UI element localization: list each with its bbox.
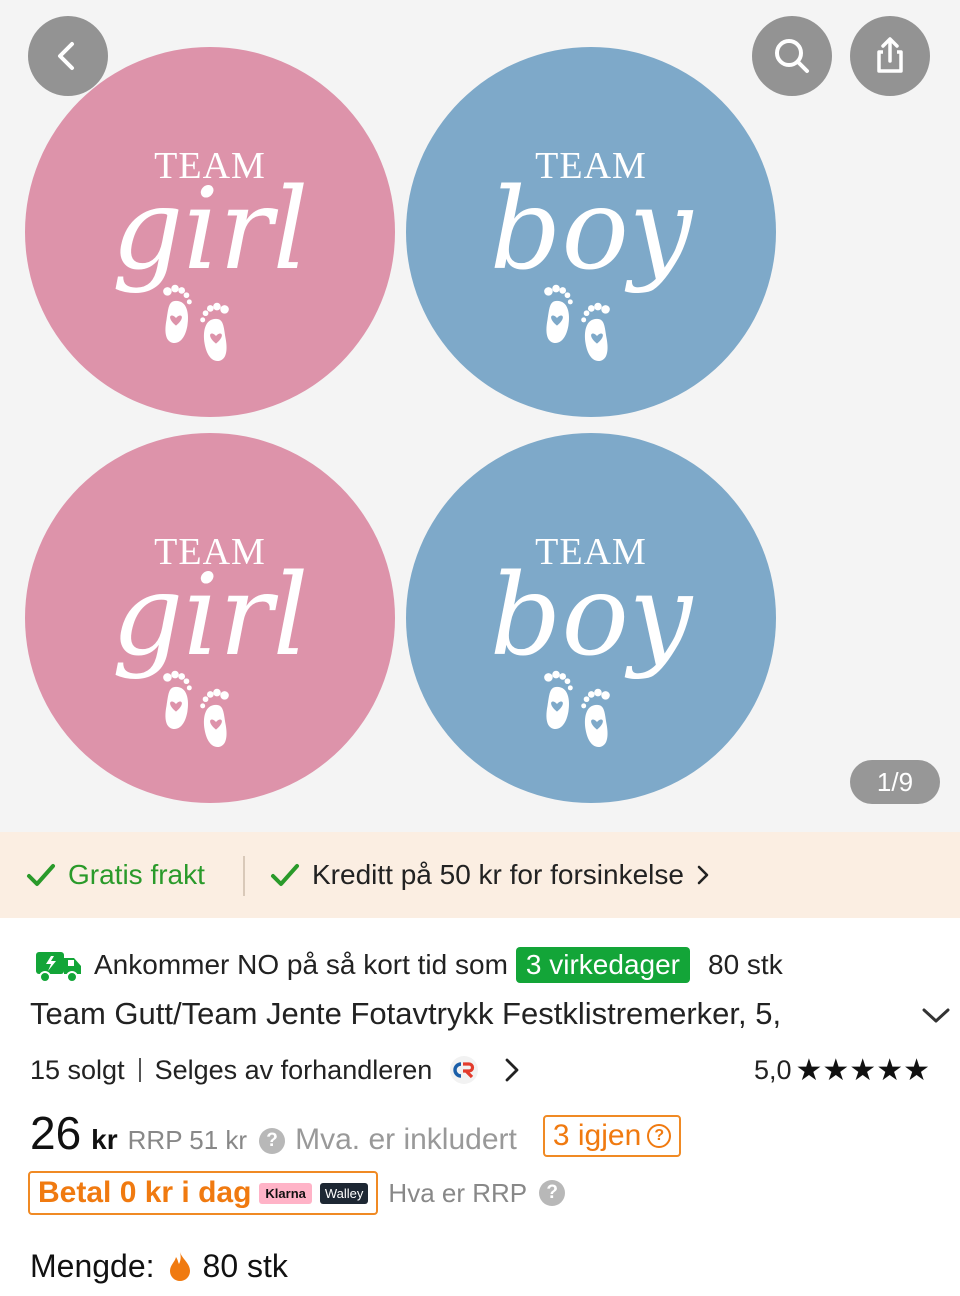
klarna-logo: Klarna xyxy=(259,1182,312,1204)
product-title: Team Gutt/Team Jente Fotavtrykk Festklis… xyxy=(30,996,782,1031)
question-icon: ? xyxy=(539,1180,566,1206)
sticker: TEAMgirl xyxy=(25,47,395,417)
product-image-gallery[interactable]: TEAM girl TEAM boy TEAM girl TEAM boy 1/9 xyxy=(0,0,960,832)
stock-left-badge[interactable]: 3 igjen ? xyxy=(542,1115,682,1157)
pay-later-banner[interactable]: Betal 0 kr i dag Klarna Walley xyxy=(28,1171,379,1215)
title-fade xyxy=(830,992,890,1036)
delay-credit-benefit[interactable]: Kreditt på 50 kr for forsinkelse xyxy=(270,859,714,891)
delivery-truck-icon xyxy=(36,952,81,983)
rating-value: 5,0 xyxy=(753,1054,792,1085)
rating[interactable]: 5,0 ★★★★★ xyxy=(754,1050,930,1090)
check-icon xyxy=(27,864,55,886)
arrival-text: Ankommer NO på så kort tid som xyxy=(94,949,508,980)
price-row: 26 kr RRP 51 kr ? Mva. er inkludert 3 ig… xyxy=(30,1106,940,1166)
chevron-right-icon[interactable] xyxy=(500,1056,524,1084)
share-icon xyxy=(877,37,903,73)
vat-note: Mva. er inkludert xyxy=(295,1123,517,1156)
search-button[interactable] xyxy=(752,16,832,96)
chevron-right-icon xyxy=(697,865,709,885)
pack-quantity: 80 stk xyxy=(708,949,783,980)
free-shipping-label: Gratis frakt xyxy=(68,859,205,890)
rrp-help-icon[interactable]: ? xyxy=(259,1128,286,1154)
product-title-row[interactable]: Team Gutt/Team Jente Fotavtrykk Festklis… xyxy=(30,992,950,1036)
arrival-info: Ankommer NO på så kort tid som 3 virkeda… xyxy=(34,942,783,988)
seller-link[interactable]: Selges av forhandleren xyxy=(155,1055,433,1086)
sticker: TEAMboy xyxy=(406,433,776,803)
chevron-left-icon xyxy=(58,42,74,70)
pay-today-label: Betal 0 kr i dag xyxy=(38,1176,252,1209)
sticker-word-label: boy xyxy=(490,551,694,681)
share-button[interactable] xyxy=(850,16,930,96)
rrp-question-label: Hva er RRP xyxy=(388,1177,528,1208)
quantity-value: 80 stk xyxy=(202,1247,288,1284)
sold-count: 15 solgt xyxy=(30,1054,125,1085)
sticker-word-label: girl xyxy=(112,165,309,295)
search-icon xyxy=(775,39,809,73)
delay-credit-label: Kreditt på 50 kr for forsinkelse xyxy=(312,859,684,890)
seller-logo-icon[interactable] xyxy=(446,1055,482,1085)
sticker: TEAMboy xyxy=(406,47,776,417)
quantity-label: Mengde: xyxy=(30,1247,155,1284)
delivery-days-badge: 3 virkedager xyxy=(515,947,690,983)
price-amount: 26 xyxy=(30,1107,82,1159)
sticker-word-label: girl xyxy=(112,551,309,681)
rrp-question-link[interactable]: Hva er RRP ? xyxy=(388,1177,566,1209)
product-image: TEAMgirl TEAMboyTEAMgirl TEAMboy xyxy=(25,47,776,803)
free-shipping-benefit: Gratis frakt xyxy=(26,859,205,891)
price-currency: kr xyxy=(91,1124,118,1155)
benefits-divider xyxy=(243,856,245,896)
sticker: TEAMgirl xyxy=(25,433,395,803)
question-icon: ? xyxy=(647,1124,672,1148)
image-counter: 1/9 xyxy=(850,760,940,804)
flame-icon xyxy=(169,1252,190,1281)
star-icon: ★★★★★ xyxy=(795,1053,930,1087)
check-icon xyxy=(271,864,299,886)
rrp-price: RRP 51 kr xyxy=(127,1125,248,1155)
payment-row: Betal 0 kr i dag Klarna Walley Hva er RR… xyxy=(28,1170,566,1216)
back-button[interactable] xyxy=(28,16,108,96)
chevron-down-icon[interactable] xyxy=(916,1000,956,1030)
walley-logo: Walley xyxy=(319,1182,369,1204)
quantity-row[interactable]: Mengde: 80 stk xyxy=(30,1244,288,1288)
stock-left-label: 3 igjen xyxy=(552,1119,642,1152)
product-meta-row: 15 solgt Selges av forhandleren 5,0 ★★★★… xyxy=(30,1050,940,1090)
meta-divider xyxy=(138,1058,141,1082)
sticker-word-label: boy xyxy=(490,165,694,295)
benefits-strip[interactable]: Gratis frakt Kreditt på 50 kr for forsin… xyxy=(0,832,960,918)
